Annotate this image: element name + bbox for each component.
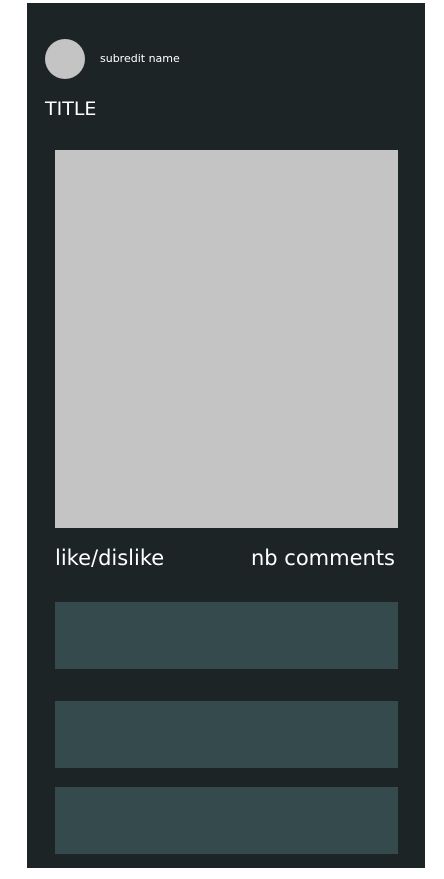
post-title: TITLE [45, 98, 97, 120]
post-image-placeholder[interactable] [55, 150, 398, 528]
comment-box[interactable] [55, 701, 398, 768]
subreddit-name[interactable]: subredit name [100, 52, 180, 66]
subreddit-avatar[interactable] [45, 39, 85, 79]
comment-box[interactable] [55, 787, 398, 854]
comments-count[interactable]: nb comments [251, 544, 395, 572]
comment-box[interactable] [55, 602, 398, 669]
like-dislike-control[interactable]: like/dislike [55, 544, 164, 572]
post-screen: subredit name TITLE like/dislike nb comm… [27, 3, 425, 868]
